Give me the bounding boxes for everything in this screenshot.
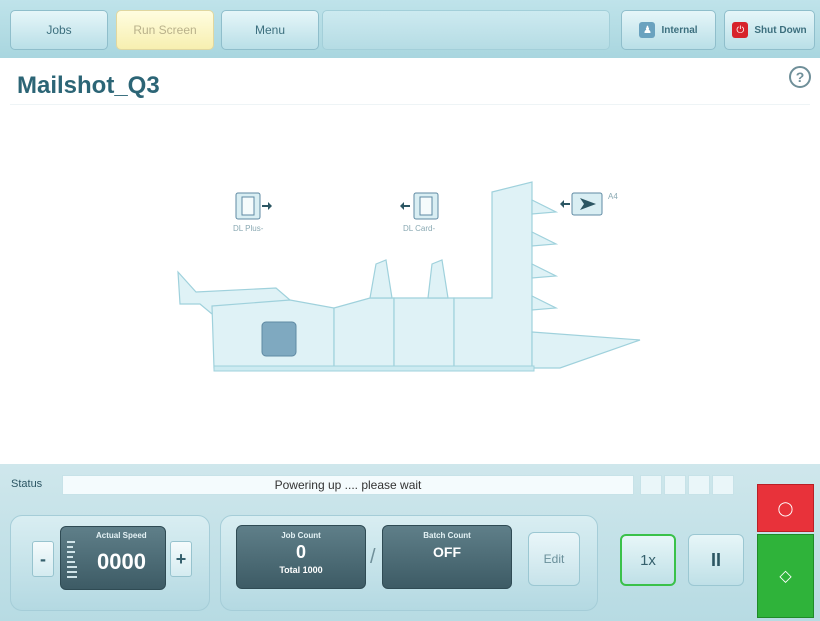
speed-gauge-icon [67,541,77,578]
feeder-left-label: DL Plus- [233,224,264,233]
stop-icon: ◯ [777,499,794,516]
single-cycle-button[interactable]: 1x [620,534,676,586]
pause-button[interactable]: II [688,534,744,586]
start-icon: ◇ [779,568,792,585]
speed-plus-button[interactable]: + [170,541,192,577]
machine-base [213,365,535,372]
feeder-icon-right [560,192,603,216]
feeder-tab-1 [369,259,393,299]
tower-shelf-1 [531,199,559,215]
tower-shelf-4 [531,295,559,311]
tower-shelf-2 [531,231,559,247]
count-separator: / [370,546,376,568]
status-segment [664,475,686,495]
speed-minus-button[interactable]: - [32,541,54,577]
stop-button[interactable]: ◯ [757,484,814,532]
batch-count-value: OFF [433,544,461,560]
speed-value: 0000 [97,549,146,574]
status-text: Powering up .... please wait [274,478,422,492]
insert-module-2 [393,297,455,369]
tower-module [453,181,533,369]
start-button[interactable]: ◇ [757,534,814,618]
status-segment [640,475,662,495]
batch-count-tile[interactable]: Batch Count OFF [382,525,512,589]
status-message: Powering up .... please wait [62,475,634,495]
feeder-icon-left [235,192,272,220]
tower-shelf-3 [531,263,559,279]
job-count-tile: Job Count 0 Total 1000 [236,525,366,589]
batch-count-title: Batch Count [423,531,471,540]
edit-button[interactable]: Edit [528,532,580,586]
feeder-mid-label: DL Card- [403,224,436,233]
insert-module-1 [333,297,395,369]
feeder-icon-mid [400,192,439,220]
status-segment [688,475,710,495]
job-count-value: 0 [295,542,306,562]
status-segment [712,475,734,495]
job-count-title: Job Count [281,531,321,540]
exit-tray [531,331,641,369]
job-count-total: Total 1000 [279,565,323,575]
status-label: Status [11,478,43,490]
speed-title: Actual Speed [96,531,147,540]
feeder-tab-2 [427,259,449,299]
feeder-right-label: A4 [608,192,618,201]
machine-panel [261,321,297,357]
